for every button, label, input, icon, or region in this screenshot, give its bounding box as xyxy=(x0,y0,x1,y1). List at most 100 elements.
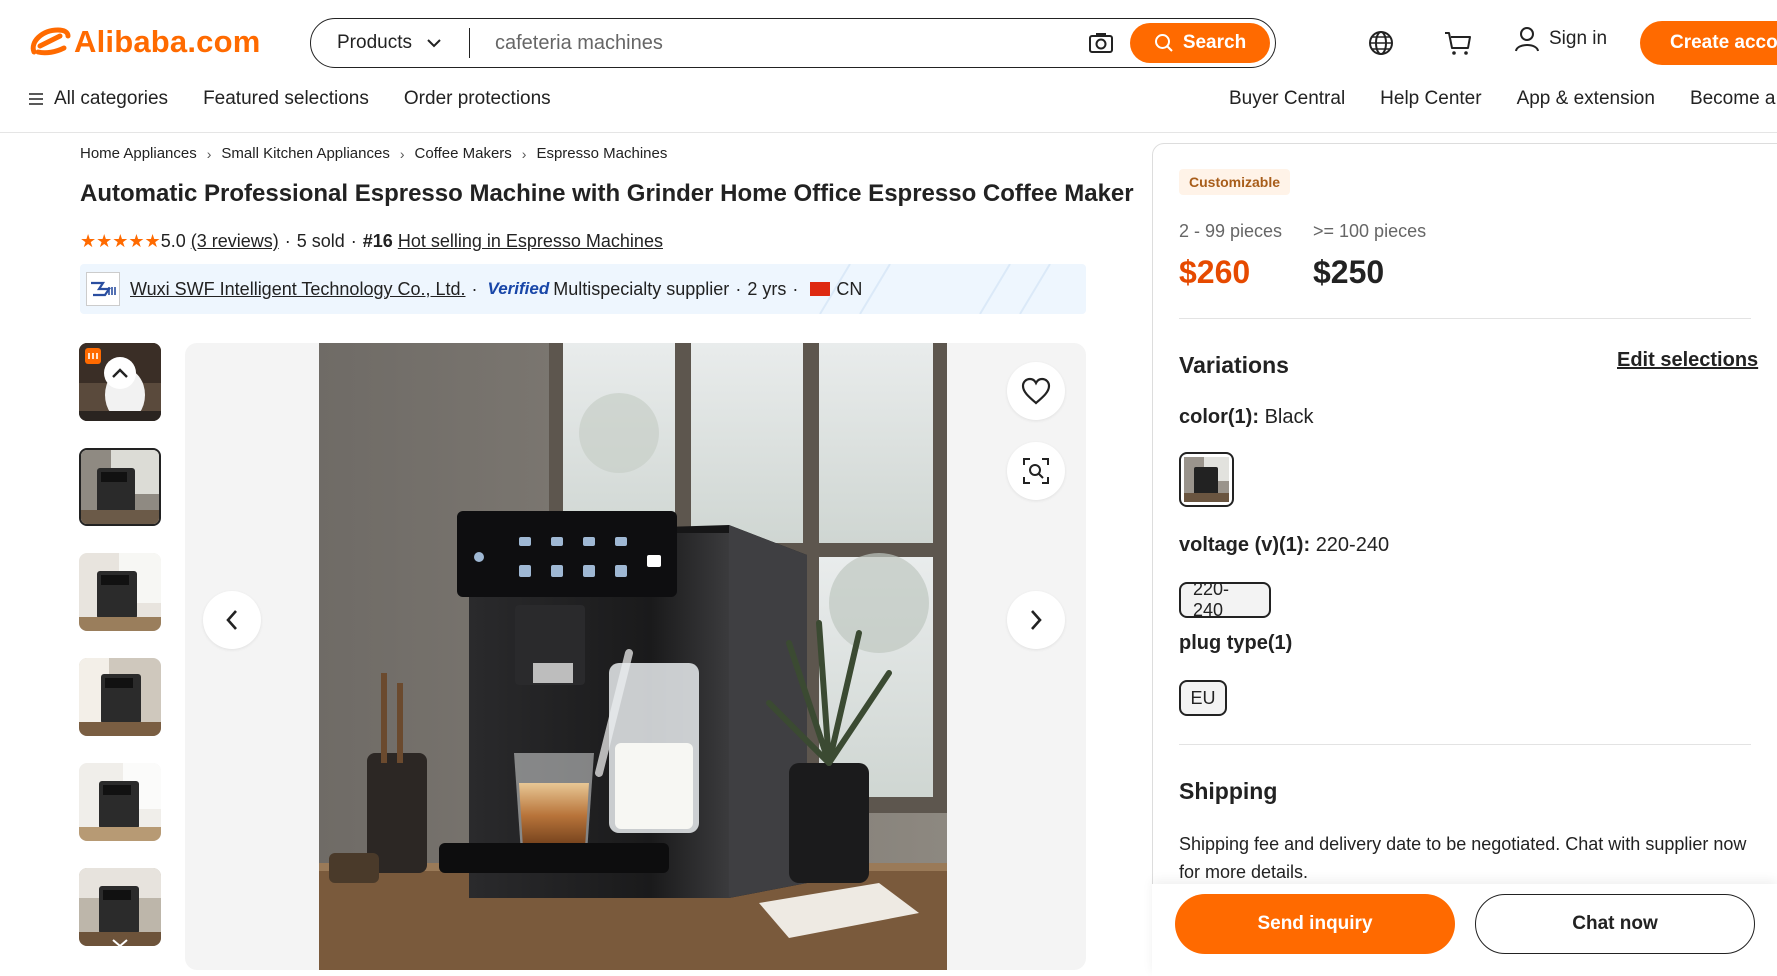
plug-variation-label: plug type(1) xyxy=(1179,632,1292,655)
breadcrumb-item[interactable]: Small Kitchen Appliances xyxy=(221,145,389,162)
reviews-link[interactable]: (3 reviews) xyxy=(191,231,279,252)
chevron-right-icon: › xyxy=(206,145,212,162)
nav-app-extension[interactable]: App & extension xyxy=(1517,88,1655,110)
action-bar: Send inquiry Chat now xyxy=(1152,884,1777,976)
language-button[interactable] xyxy=(1366,28,1396,58)
search-button[interactable]: Search xyxy=(1130,23,1270,63)
thumbnail-video[interactable] xyxy=(79,343,161,421)
search-input[interactable] xyxy=(470,31,1086,55)
product-title: Automatic Professional Espresso Machine … xyxy=(80,180,1134,207)
voltage-variation-label: voltage (v)(1): 220-240 xyxy=(1179,534,1389,557)
supplier-logo xyxy=(86,272,120,306)
separator-dot: · xyxy=(471,278,478,299)
nav-all-categories-label: All categories xyxy=(54,88,169,109)
variations-title: Variations xyxy=(1179,352,1289,378)
thumbnail-image-5[interactable] xyxy=(79,868,161,946)
search-category-dropdown[interactable]: Products xyxy=(311,32,469,54)
create-account-button[interactable]: Create account xyxy=(1640,21,1777,65)
purchase-panel: Customizable 2 - 99 pieces >= 100 pieces… xyxy=(1152,143,1777,976)
logo-icon xyxy=(30,27,71,56)
swatch-thumbnail-image xyxy=(1184,457,1229,502)
color-variation-label: color(1): Black xyxy=(1179,406,1313,429)
user-icon xyxy=(1515,27,1539,52)
tier-price: $260 xyxy=(1179,254,1251,290)
search-bar: Products Search xyxy=(310,18,1276,68)
color-swatch-black[interactable] xyxy=(1179,452,1234,507)
separator-dot: · xyxy=(350,231,357,251)
nav-all-categories[interactable]: All categories xyxy=(28,88,168,110)
supplier-logo-icon xyxy=(91,281,116,297)
voltage-value: 220-240 xyxy=(1315,534,1390,556)
divider xyxy=(1179,744,1751,745)
chevron-right-icon: › xyxy=(521,145,527,162)
gallery-prev-button[interactable] xyxy=(203,591,261,649)
verified-badge[interactable]: Verified xyxy=(488,279,550,299)
secondary-nav: Buyer Central Help Center App & extensio… xyxy=(1229,88,1777,110)
machine-thumbnail-image xyxy=(81,450,159,524)
thumbnail-strip xyxy=(79,343,161,973)
visual-search-button[interactable] xyxy=(1007,442,1065,500)
chevron-left-icon xyxy=(226,610,237,630)
supplier-name-link[interactable]: Wuxi SWF Intelligent Technology Co., Ltd… xyxy=(130,279,466,300)
thumbnail-image-3[interactable] xyxy=(79,658,161,736)
separator-dot: · xyxy=(284,231,291,251)
tier-qty: 2 - 99 pieces xyxy=(1179,221,1283,241)
globe-icon xyxy=(1369,31,1393,55)
machine-thumbnail-image xyxy=(79,658,161,736)
star-rating-icon: ★★★★★ xyxy=(80,231,161,251)
shipping-title: Shipping xyxy=(1179,778,1278,804)
logo-text: Alibaba.com xyxy=(74,24,261,59)
shipping-description: Shipping fee and delivery date to be neg… xyxy=(1179,834,1747,882)
plug-label: plug type(1) xyxy=(1179,632,1293,654)
rank-number: #16 xyxy=(362,231,393,251)
heart-icon xyxy=(1021,377,1051,405)
nav-order-protections[interactable]: Order protections xyxy=(404,88,551,110)
thumbnail-image-2[interactable] xyxy=(79,553,161,631)
machine-thumbnail-image xyxy=(79,868,161,946)
tier-qty: >= 100 pieces xyxy=(1313,221,1427,241)
voltage-label: voltage (v)(1): xyxy=(1179,534,1311,556)
customizable-badge: Customizable xyxy=(1179,169,1291,195)
breadcrumb-item[interactable]: Home Appliances xyxy=(80,145,197,162)
sign-in-link[interactable]: Sign in xyxy=(1515,26,1607,52)
nav-buyer-central[interactable]: Buyer Central xyxy=(1229,88,1345,110)
chevron-right-icon xyxy=(1031,610,1042,630)
color-label: color(1): xyxy=(1179,406,1259,428)
main-product-image[interactable] xyxy=(319,343,947,970)
supplier-type: Multispecialty supplier xyxy=(553,278,730,299)
cart-icon xyxy=(1445,32,1471,55)
supplier-bar: Wuxi SWF Intelligent Technology Co., Ltd… xyxy=(80,264,1086,314)
breadcrumb: Home Appliances › Small Kitchen Applianc… xyxy=(80,145,667,162)
chat-now-button[interactable]: Chat now xyxy=(1475,894,1755,954)
decorative-stripes xyxy=(819,264,1051,314)
rank-link[interactable]: Hot selling in Espresso Machines xyxy=(398,231,663,252)
chevron-down-icon xyxy=(427,39,441,48)
nav-help-center[interactable]: Help Center xyxy=(1380,88,1481,110)
gallery-next-button[interactable] xyxy=(1007,591,1065,649)
image-search-button[interactable] xyxy=(1086,28,1116,58)
cart-button[interactable] xyxy=(1443,28,1473,58)
breadcrumb-item[interactable]: Espresso Machines xyxy=(536,145,667,162)
alibaba-logo[interactable]: Alibaba.com xyxy=(28,22,261,62)
search-category-label: Products xyxy=(337,32,412,53)
site-header: Alibaba.com Products Search Sign in Crea… xyxy=(0,0,1777,133)
thumbnail-image-4[interactable] xyxy=(79,763,161,841)
sold-count: 5 sold xyxy=(296,231,345,251)
search-icon xyxy=(1154,34,1173,52)
create-account-label: Create account xyxy=(1670,32,1777,53)
separator-dot: · xyxy=(735,278,742,299)
breadcrumb-item[interactable]: Coffee Makers xyxy=(415,145,512,162)
video-thumbnail-image xyxy=(79,343,161,421)
plug-option-chip[interactable]: EU xyxy=(1179,680,1227,716)
voltage-option-chip[interactable]: 220-240 xyxy=(1179,579,1271,620)
edit-selections-link[interactable]: Edit selections xyxy=(1617,349,1758,372)
rating-value: 5.0 xyxy=(160,231,186,251)
nav-become-supplier[interactable]: Become a supplier xyxy=(1690,88,1777,110)
send-inquiry-button[interactable]: Send inquiry xyxy=(1175,894,1455,954)
thumbnail-image-1[interactable] xyxy=(79,448,161,526)
divider xyxy=(1179,318,1751,319)
color-value: Black xyxy=(1264,406,1314,428)
chevron-right-icon: › xyxy=(399,145,405,162)
favorite-button[interactable] xyxy=(1007,362,1065,420)
nav-featured-selections[interactable]: Featured selections xyxy=(203,88,369,110)
